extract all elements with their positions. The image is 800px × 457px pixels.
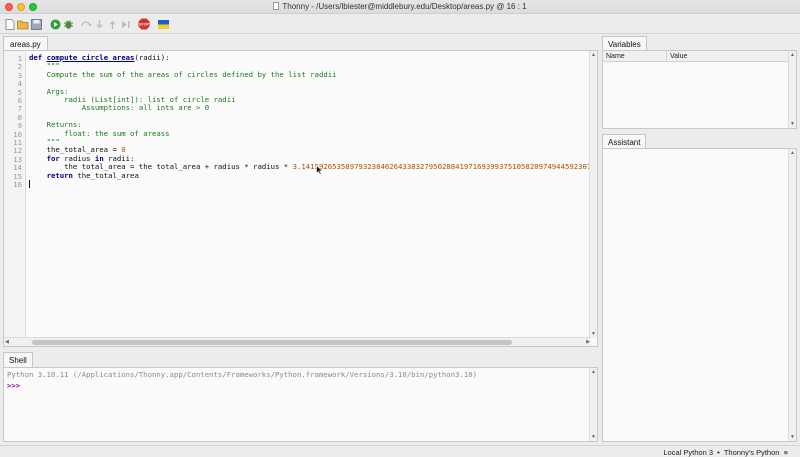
horizontal-scroll-thumb[interactable]	[32, 340, 512, 345]
shell-vertical-scrollbar[interactable]: ▲ ▼	[589, 368, 597, 441]
debug-icon[interactable]	[62, 18, 74, 30]
keyword: return	[29, 170, 78, 180]
scroll-down-arrow-icon[interactable]: ▼	[790, 434, 795, 440]
assistant-vertical-scrollbar[interactable]: ▲ ▼	[788, 149, 796, 441]
code-area[interactable]: def compute_circle_areas(radii): """ Com…	[29, 51, 591, 338]
shell-panel[interactable]: Python 3.10.11 (/Applications/Thonny.app…	[3, 367, 598, 442]
scroll-down-arrow-icon[interactable]: ▼	[790, 121, 795, 127]
run-icon[interactable]	[49, 18, 61, 30]
code-line-7: Assumptions: all ints are > 0	[29, 103, 210, 113]
stop-icon[interactable]: STOP	[138, 18, 150, 30]
title-bar: Thonny - /Users/lbiester@middlebury.edu/…	[0, 0, 800, 14]
scroll-down-arrow-icon[interactable]: ▼	[591, 434, 596, 440]
open-file-icon[interactable]	[17, 18, 29, 30]
editor-horizontal-scrollbar[interactable]: ◀ ▶	[4, 337, 591, 346]
scroll-up-arrow-icon[interactable]: ▲	[790, 150, 795, 156]
scroll-left-arrow-icon[interactable]: ◀	[5, 339, 9, 345]
shell-prompt[interactable]: >>>	[7, 381, 20, 390]
code-text: (radii):	[134, 53, 170, 62]
toolbar: STOP	[0, 15, 800, 34]
tab-shell[interactable]: Shell	[3, 352, 33, 367]
tab-areas-py[interactable]: areas.py	[3, 36, 48, 51]
column-header-name[interactable]: Name	[606, 53, 625, 60]
mouse-pointer-icon	[316, 164, 324, 177]
ukraine-flag-icon[interactable]	[157, 18, 169, 30]
window-title: Thonny - /Users/lbiester@middlebury.edu/…	[282, 2, 527, 11]
column-divider[interactable]	[666, 51, 667, 62]
tab-assistant[interactable]: Assistant	[602, 134, 647, 149]
line-number-gutter: 1 2 3 4 5 6 7 8 9 10 11 12 13 14 15 16	[4, 51, 26, 338]
editor-tab-bar: areas.py	[0, 35, 599, 51]
step-over-icon	[80, 18, 92, 30]
resume-icon	[119, 18, 131, 30]
scroll-right-arrow-icon[interactable]: ▶	[586, 339, 590, 345]
document-icon	[273, 2, 280, 10]
window-title-area: Thonny - /Users/lbiester@middlebury.edu/…	[0, 2, 800, 11]
save-file-icon[interactable]	[30, 18, 42, 30]
variables-panel: Name Value ▲ ▼	[602, 50, 797, 129]
text-cursor	[29, 180, 30, 188]
variables-vertical-scrollbar[interactable]: ▲ ▼	[788, 51, 796, 128]
scroll-down-arrow-icon[interactable]: ▼	[591, 331, 596, 337]
line-number: 16	[13, 180, 22, 189]
shell-python-info: Python 3.10.11 (/Applications/Thonny.app…	[7, 370, 478, 379]
number-literal: 3.14159265358979323846264338327950288419…	[292, 162, 591, 172]
column-header-value[interactable]: Value	[670, 53, 687, 60]
variables-tab-bar: Variables	[601, 35, 800, 51]
code-line-15: return the_total_area	[29, 170, 139, 180]
scroll-up-arrow-icon[interactable]: ▲	[790, 52, 795, 58]
step-out-icon	[106, 18, 118, 30]
variables-table-header: Name Value	[603, 51, 789, 62]
code-editor[interactable]: 1 2 3 4 5 6 7 8 9 10 11 12 13 14 15 16 d…	[3, 50, 598, 347]
new-file-icon[interactable]	[4, 18, 16, 30]
editor-vertical-scrollbar[interactable]: ▲ ▼	[589, 51, 597, 338]
step-into-icon	[93, 18, 105, 30]
stop-icon-label: STOP	[139, 23, 149, 27]
assistant-panel: ▲ ▼	[602, 148, 797, 442]
status-bar: Local Python 3 • Thonny's Python ≡	[0, 445, 800, 457]
code-line-3: Compute the sum of the areas of circles …	[29, 69, 337, 79]
assistant-tab-bar: Assistant	[601, 133, 800, 149]
interpreter-selector[interactable]: Local Python 3 • Thonny's Python ≡	[663, 448, 788, 457]
tab-variables[interactable]: Variables	[602, 36, 647, 51]
scroll-up-arrow-icon[interactable]: ▲	[591, 52, 596, 58]
code-text: the_total_area	[77, 170, 139, 180]
code-line-16	[29, 180, 30, 189]
shell-tab-bar: Shell	[0, 351, 599, 367]
thonny-window: Thonny - /Users/lbiester@middlebury.edu/…	[0, 0, 800, 457]
scroll-up-arrow-icon[interactable]: ▲	[591, 369, 596, 375]
